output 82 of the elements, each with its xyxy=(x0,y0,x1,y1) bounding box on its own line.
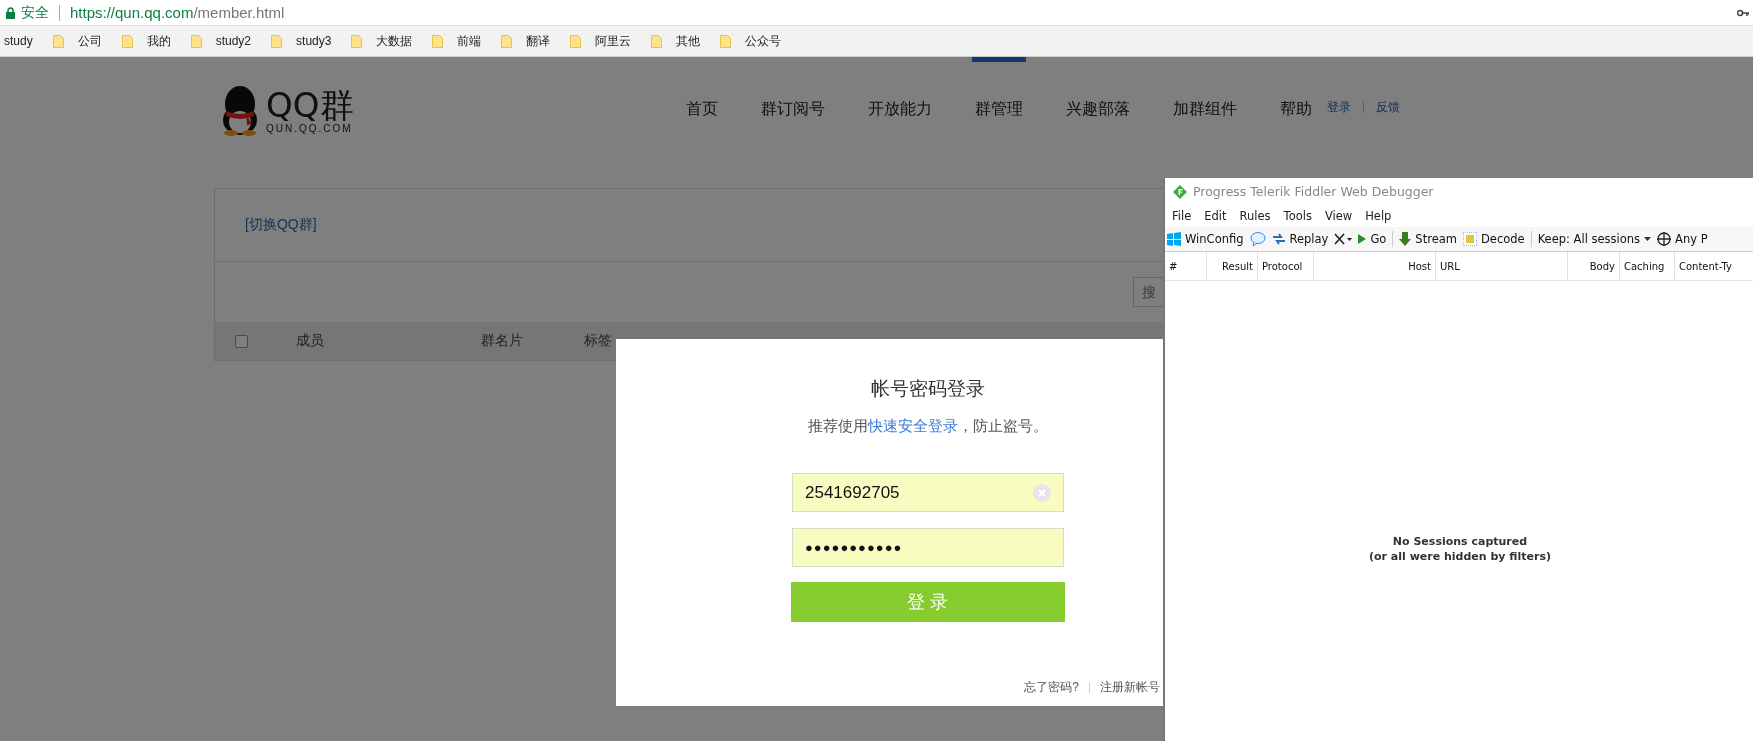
toolbar-button[interactable]: Any P xyxy=(1657,232,1708,246)
column-header: 群名片 xyxy=(481,332,523,350)
lock-icon xyxy=(6,6,15,19)
bookmark-link[interactable]: study2 xyxy=(215,34,252,48)
bookmark-link[interactable]: 公众号 xyxy=(745,32,782,50)
column-header[interactable]: # xyxy=(1169,260,1178,272)
menu-item[interactable]: Tools xyxy=(1283,209,1312,223)
nav-link[interactable]: 开放能力 xyxy=(865,57,935,141)
key-icon xyxy=(1737,8,1749,17)
toolbar-button[interactable]: Go xyxy=(1358,232,1387,246)
nav-link[interactable]: 群管理 xyxy=(972,57,1026,141)
caret-icon xyxy=(1644,237,1652,241)
column-header[interactable]: Host xyxy=(1408,260,1431,272)
logo-icon xyxy=(220,84,260,136)
column-header[interactable]: Caching xyxy=(1624,260,1665,272)
empty-message: (or all were hidden by filters) xyxy=(1369,549,1551,564)
checkbox[interactable] xyxy=(235,334,248,348)
down-arrow-icon xyxy=(1399,232,1412,246)
folder-icon xyxy=(651,34,663,48)
folder-icon xyxy=(52,34,64,48)
bookmark-link[interactable]: 公司 xyxy=(77,32,102,50)
menu-item[interactable]: View xyxy=(1324,209,1353,223)
register-link[interactable]: 注册新帐号 xyxy=(1100,679,1160,696)
replay-icon xyxy=(1271,233,1286,245)
windows-icon xyxy=(1167,232,1181,246)
bookmark-link[interactable]: 翻译 xyxy=(526,32,551,50)
menu-item[interactable]: Help xyxy=(1365,209,1392,223)
window-title: Progress Telerik Fiddler Web Debugger xyxy=(1193,184,1434,199)
account-field[interactable]: 2541692705 xyxy=(792,473,1064,512)
folder-icon xyxy=(432,34,444,48)
column-header: 标签 xyxy=(584,332,612,350)
logo-text: QQ群 xyxy=(266,86,354,123)
column-header[interactable]: Protocol xyxy=(1262,260,1303,272)
crosshair-icon xyxy=(1657,232,1672,246)
folder-icon xyxy=(351,34,363,48)
grid-icon xyxy=(1462,232,1477,246)
secure-label: 安全 xyxy=(21,3,49,22)
folder-icon xyxy=(501,34,513,48)
toolbar-button[interactable]: Replay xyxy=(1271,232,1329,246)
clear-icon xyxy=(1033,483,1051,502)
nav-link[interactable]: 首页 xyxy=(683,57,721,141)
bookmark-link[interactable]: study xyxy=(4,34,33,48)
login-hint: 推荐使用快速安全登录，防止盗号。 xyxy=(808,417,1048,436)
nav-link[interactable]: 帮助 xyxy=(1277,57,1315,141)
speech-bubble-icon[interactable] xyxy=(1249,232,1266,246)
column-header[interactable]: URL xyxy=(1440,260,1460,272)
menu-item[interactable]: Rules xyxy=(1239,209,1271,223)
quick-login-link[interactable]: 快速安全登录 xyxy=(868,417,958,434)
bookmark-link[interactable]: 我的 xyxy=(146,32,171,50)
folder-icon xyxy=(190,34,202,48)
empty-message: No Sessions captured xyxy=(1392,534,1528,549)
play-icon xyxy=(1358,234,1367,244)
logo-subtext: QUN.QQ.COM xyxy=(266,122,354,134)
toolbar-button[interactable]: Stream xyxy=(1399,232,1457,246)
column-header[interactable]: Content-Ty xyxy=(1679,260,1732,272)
toolbar-button[interactable]: Keep: All sessions xyxy=(1537,232,1652,246)
dialog-title: 帐号密码登录 xyxy=(871,377,985,401)
bookmark-link[interactable]: study3 xyxy=(296,34,332,48)
app-logo-icon xyxy=(1173,184,1187,199)
column-header[interactable]: Result xyxy=(1222,260,1253,272)
nav-link[interactable]: 兴趣部落 xyxy=(1063,57,1133,141)
column-header[interactable]: Body xyxy=(1589,260,1615,272)
nav-link[interactable]: 加群组件 xyxy=(1170,57,1240,141)
menu-item[interactable]: File xyxy=(1172,209,1192,223)
close-icon[interactable] xyxy=(1334,233,1353,245)
url-field[interactable]: https://qun.qq.com/member.html xyxy=(70,4,285,21)
nav-link[interactable]: 群订阅号 xyxy=(758,57,828,141)
column-header: 成员 xyxy=(296,332,324,350)
toolbar-button[interactable]: WinConfig xyxy=(1167,232,1244,246)
bookmark-link[interactable]: 阿里云 xyxy=(595,32,632,50)
bookmark-link[interactable]: 前端 xyxy=(457,32,482,50)
forgot-password-link[interactable]: 忘了密码? xyxy=(1024,679,1079,696)
bookmark-link[interactable]: 其他 xyxy=(676,32,701,50)
bookmark-link[interactable]: 大数据 xyxy=(376,32,413,50)
search-field[interactable]: 搜 xyxy=(1133,277,1163,307)
folder-icon xyxy=(121,34,133,48)
toolbar-button[interactable]: Decode xyxy=(1462,232,1525,246)
folder-icon xyxy=(570,34,582,48)
folder-icon xyxy=(720,34,732,48)
folder-icon xyxy=(271,34,283,48)
menu-item[interactable]: Edit xyxy=(1204,209,1227,223)
password-field[interactable]: ●●●●●●●●●●● xyxy=(792,528,1064,567)
